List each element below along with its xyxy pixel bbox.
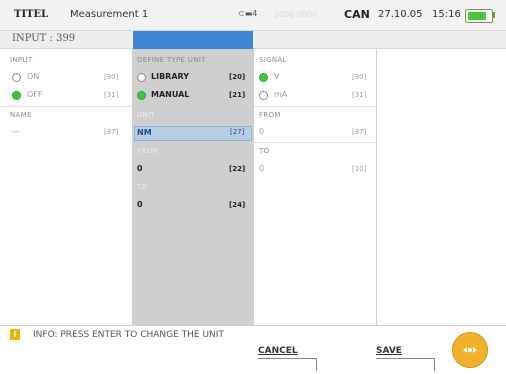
unit-section-header: UNIT [137,111,155,119]
v-key: [30] [352,73,367,81]
save-button[interactable]: SAVE [376,346,402,356]
battery-fill [468,12,486,20]
manual-radio[interactable] [137,91,146,100]
signal-from-key: [37] [352,128,367,136]
column-divider [376,49,377,325]
ma-radio[interactable] [259,91,268,100]
battery-tip [492,12,495,18]
library-key: [20] [229,73,246,81]
ma-label: mA [274,90,288,99]
cancel-softkey-frame [258,358,317,371]
unit-value: NM [137,128,152,137]
column-divider [132,49,133,325]
app-title: TITEL [14,9,49,20]
from-section-header: FROM [137,147,159,155]
signal-section-header: SIGNAL [259,56,287,64]
column-divider [253,49,254,325]
nav-center-dot [468,348,472,352]
to-section-header: TO [137,183,148,191]
input-label: INPUT : 399 [12,33,76,44]
library-radio[interactable] [137,73,146,82]
input-section-header: INPUT [10,56,33,64]
library-label: LIBRARY [151,72,190,81]
on-key: [30] [104,73,119,81]
signal-from-field[interactable]: 0 [259,127,264,136]
v-label: V [274,72,280,81]
signal-from-header: FROM [259,111,281,119]
signal-to-key: [10] [352,165,367,173]
footer-divider [0,325,506,326]
signal-to-header: TO [259,147,270,155]
from-field[interactable]: 0 [137,164,143,173]
selected-column-highlight [133,31,253,49]
battery-icon [465,9,493,23]
section-divider [0,106,132,107]
section-divider [254,106,376,107]
name-field[interactable]: --- [12,127,21,136]
key-lock-icon: ⊂▬4 [238,9,258,18]
section-divider [254,142,376,143]
ma-key: [31] [352,91,367,99]
unit-key: [27] [230,128,245,136]
can-indicator: CAN [344,8,370,21]
manual-label: MANUAL [151,90,190,99]
dim-indicator: 0000 0000 [274,10,318,19]
time-display: 15:16 [432,9,461,20]
navigation-pad-button[interactable] [452,332,488,368]
signal-to-field[interactable]: 0 [259,164,264,173]
info-message: INFO: PRESS ENTER TO CHANGE THE UNIT [33,330,224,340]
define-type-unit-header: DEFINE TYPE UNIT [137,56,206,64]
cancel-button[interactable]: CANCEL [258,346,298,356]
input-header-bar [0,31,506,49]
save-softkey-frame [376,358,435,371]
on-radio[interactable] [12,73,21,82]
off-radio[interactable] [12,91,21,100]
name-key: [37] [104,128,119,136]
name-section-header: NAME [10,111,32,119]
off-label: OFF [27,90,43,99]
v-radio[interactable] [259,73,268,82]
measurement-name[interactable]: Measurement 1 [70,9,148,20]
to-field[interactable]: 0 [137,200,143,209]
info-icon: i [10,329,20,340]
off-key: [31] [104,91,119,99]
to-key: [24] [229,201,246,209]
from-key: [22] [229,165,246,173]
manual-key: [21] [229,91,246,99]
on-label: ON [27,72,40,81]
date-display: 27.10.05 [378,9,423,20]
